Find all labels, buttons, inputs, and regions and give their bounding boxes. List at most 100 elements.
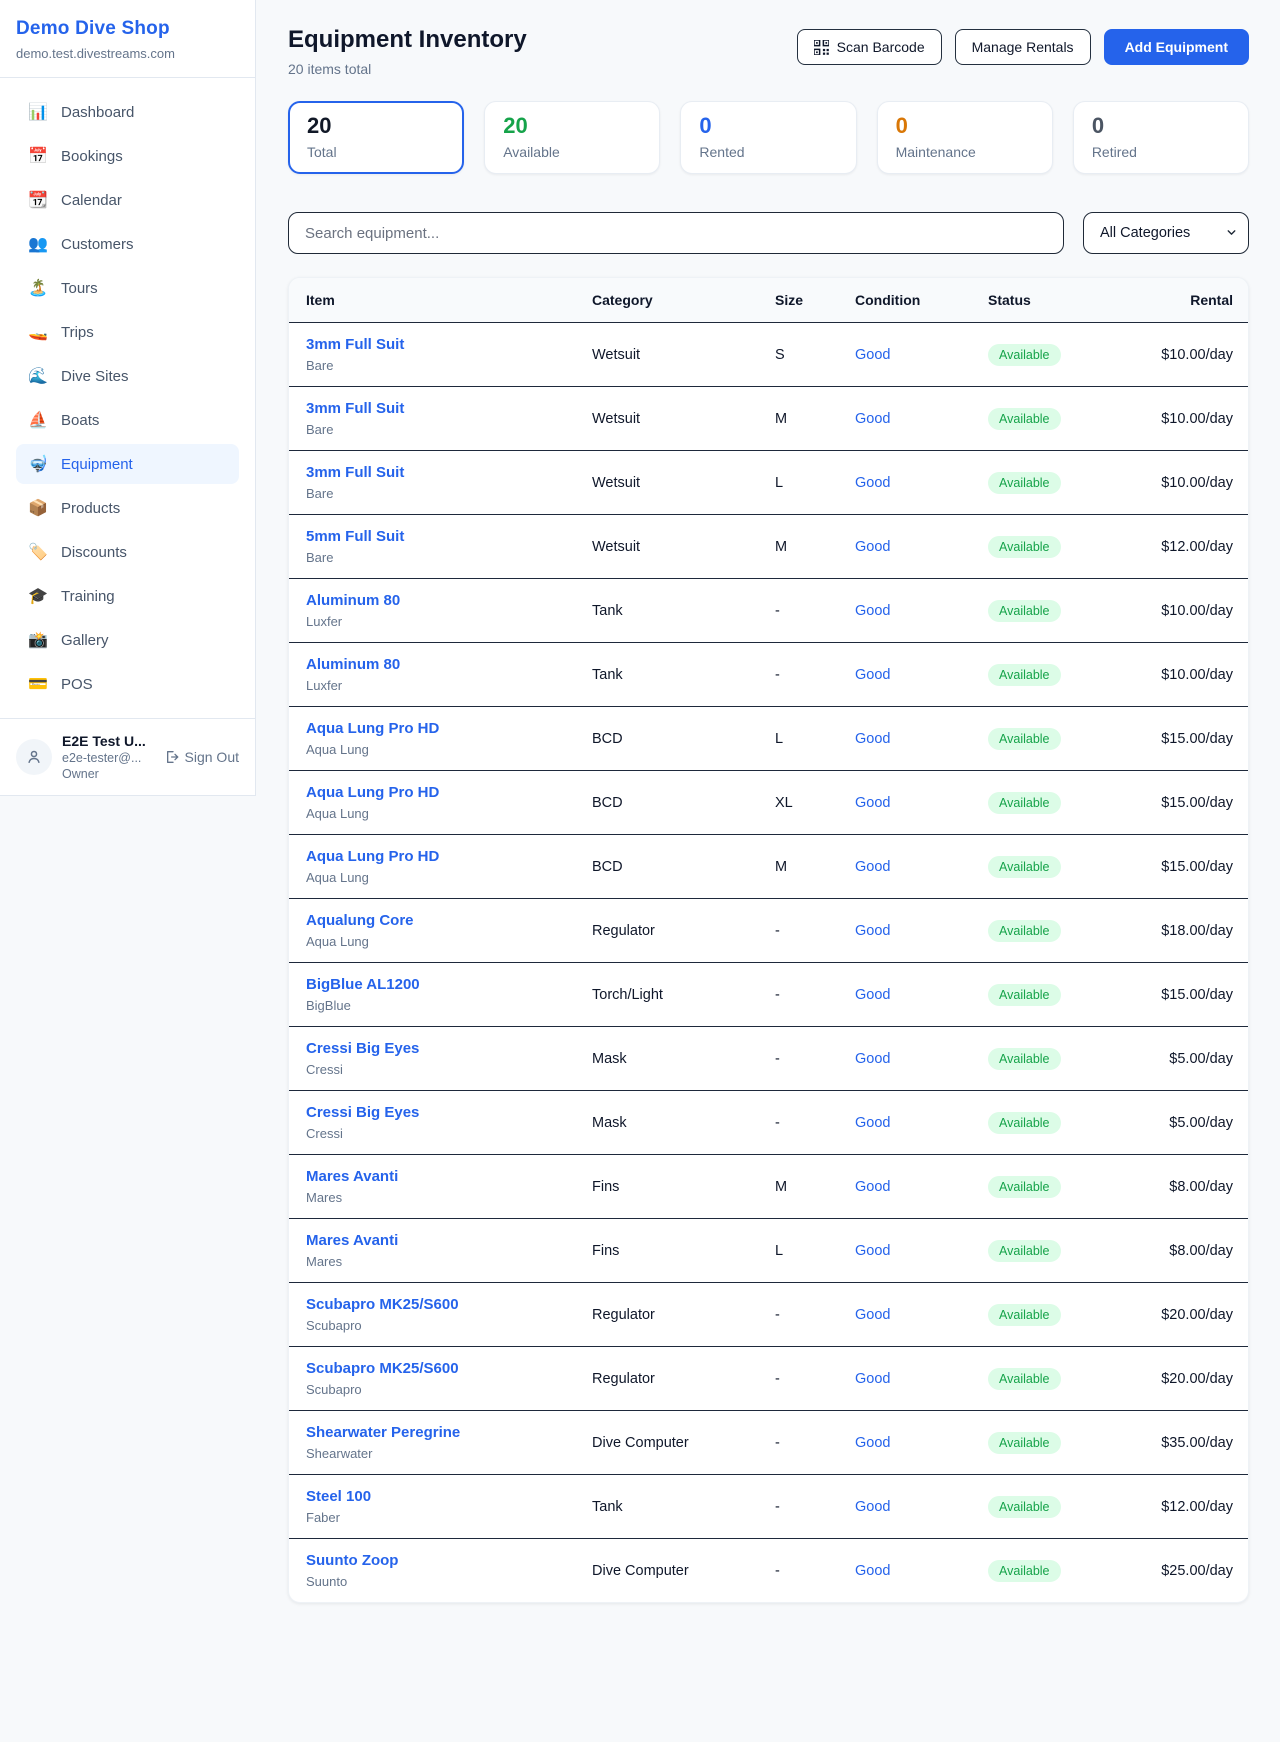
sidebar-item-calendar[interactable]: 📆 Calendar — [16, 180, 239, 220]
table-row: Aqua Lung Pro HD Aqua Lung BCD L Good Av… — [289, 707, 1248, 771]
table-row: Cressi Big Eyes Cressi Mask - Good Avail… — [289, 1091, 1248, 1155]
item-condition-link[interactable]: Good — [855, 411, 890, 427]
add-equipment-label: Add Equipment — [1125, 39, 1228, 55]
item-name-link[interactable]: Suunto Zoop — [306, 1552, 576, 1569]
item-condition-link[interactable]: Good — [855, 347, 890, 363]
item-condition-link[interactable]: Good — [855, 1051, 890, 1067]
item-name-link[interactable]: Cressi Big Eyes — [306, 1040, 576, 1057]
nav-icon: 👥 — [28, 234, 48, 254]
item-condition-link[interactable]: Good — [855, 731, 890, 747]
sign-out-button[interactable]: Sign Out — [163, 749, 239, 765]
item-name-link[interactable]: Scubapro MK25/S600 — [306, 1360, 576, 1377]
item-category: Tank — [584, 643, 767, 707]
col-category: Category — [584, 278, 767, 323]
user-email: e2e-tester@... — [62, 751, 146, 765]
table-row: Aqualung Core Aqua Lung Regulator - Good… — [289, 899, 1248, 963]
item-name-link[interactable]: 3mm Full Suit — [306, 464, 576, 481]
scan-barcode-button[interactable]: Scan Barcode — [797, 29, 942, 65]
stat-card-available[interactable]: 20 Available — [484, 101, 660, 174]
item-condition-link[interactable]: Good — [855, 987, 890, 1003]
item-condition-link[interactable]: Good — [855, 1371, 890, 1387]
item-name-link[interactable]: 3mm Full Suit — [306, 336, 576, 353]
item-category: BCD — [584, 835, 767, 899]
item-condition-link[interactable]: Good — [855, 603, 890, 619]
item-name-link[interactable]: 5mm Full Suit — [306, 528, 576, 545]
item-condition-link[interactable]: Good — [855, 795, 890, 811]
item-rental: $20.00/day — [1145, 1283, 1248, 1347]
item-condition-link[interactable]: Good — [855, 1563, 890, 1579]
item-name-link[interactable]: Aqua Lung Pro HD — [306, 848, 576, 865]
item-rental: $20.00/day — [1145, 1347, 1248, 1411]
sidebar-item-tours[interactable]: 🏝️ Tours — [16, 268, 239, 308]
item-name-link[interactable]: Aqua Lung Pro HD — [306, 784, 576, 801]
item-category: Dive Computer — [584, 1411, 767, 1475]
category-select[interactable]: All Categories — [1083, 212, 1249, 254]
sidebar-item-boats[interactable]: ⛵ Boats — [16, 400, 239, 440]
item-name-link[interactable]: Steel 100 — [306, 1488, 576, 1505]
item-category: Wetsuit — [584, 515, 767, 579]
stat-card-total[interactable]: 20 Total — [288, 101, 464, 174]
item-name-link[interactable]: Aluminum 80 — [306, 592, 576, 609]
sidebar-item-discounts[interactable]: 🏷️ Discounts — [16, 532, 239, 572]
item-name-link[interactable]: 3mm Full Suit — [306, 400, 576, 417]
stat-label: Total — [307, 144, 445, 160]
sidebar: Demo Dive Shop demo.test.divestreams.com… — [0, 0, 256, 796]
item-rental: $15.00/day — [1145, 835, 1248, 899]
sidebar-item-dive-sites[interactable]: 🌊 Dive Sites — [16, 356, 239, 396]
search-input[interactable] — [288, 212, 1064, 254]
item-condition-link[interactable]: Good — [855, 475, 890, 491]
stat-card-rented[interactable]: 0 Rented — [680, 101, 856, 174]
status-badge: Available — [988, 536, 1061, 558]
item-condition-link[interactable]: Good — [855, 539, 890, 555]
item-size: - — [767, 1027, 847, 1091]
item-brand: Bare — [306, 422, 576, 437]
item-name-link[interactable]: Aqualung Core — [306, 912, 576, 929]
status-badge: Available — [988, 1240, 1061, 1262]
item-brand: Aqua Lung — [306, 742, 576, 757]
item-name-link[interactable]: Aluminum 80 — [306, 656, 576, 673]
sidebar-item-customers[interactable]: 👥 Customers — [16, 224, 239, 264]
item-condition-link[interactable]: Good — [855, 1435, 890, 1451]
item-category: Wetsuit — [584, 323, 767, 387]
item-condition-link[interactable]: Good — [855, 1179, 890, 1195]
item-size: L — [767, 1219, 847, 1283]
item-condition-link[interactable]: Good — [855, 1243, 890, 1259]
item-condition-link[interactable]: Good — [855, 859, 890, 875]
item-name-link[interactable]: Mares Avanti — [306, 1232, 576, 1249]
item-category: Mask — [584, 1091, 767, 1155]
manage-rentals-label: Manage Rentals — [972, 39, 1074, 55]
add-equipment-button[interactable]: Add Equipment — [1104, 29, 1249, 65]
manage-rentals-button[interactable]: Manage Rentals — [955, 29, 1091, 65]
item-name-link[interactable]: Aqua Lung Pro HD — [306, 720, 576, 737]
sidebar-item-training[interactable]: 🎓 Training — [16, 576, 239, 616]
status-badge: Available — [988, 344, 1061, 366]
item-rental: $10.00/day — [1145, 579, 1248, 643]
item-rental: $5.00/day — [1145, 1027, 1248, 1091]
sidebar-item-pos[interactable]: 💳 POS — [16, 664, 239, 704]
item-name-link[interactable]: Cressi Big Eyes — [306, 1104, 576, 1121]
item-condition-link[interactable]: Good — [855, 923, 890, 939]
item-name-link[interactable]: Shearwater Peregrine — [306, 1424, 576, 1441]
item-size: L — [767, 707, 847, 771]
sidebar-item-label: Dive Sites — [61, 368, 129, 385]
sidebar-item-dashboard[interactable]: 📊 Dashboard — [16, 92, 239, 132]
item-condition-link[interactable]: Good — [855, 1115, 890, 1131]
sidebar-item-gallery[interactable]: 📸 Gallery — [16, 620, 239, 660]
nav-icon: 📸 — [28, 630, 48, 650]
stat-card-maintenance[interactable]: 0 Maintenance — [877, 101, 1053, 174]
sidebar-item-equipment[interactable]: 🤿 Equipment — [16, 444, 239, 484]
item-name-link[interactable]: Mares Avanti — [306, 1168, 576, 1185]
sidebar-item-label: Bookings — [61, 148, 123, 165]
item-name-link[interactable]: BigBlue AL1200 — [306, 976, 576, 993]
item-brand: Suunto — [306, 1574, 576, 1589]
sidebar-item-products[interactable]: 📦 Products — [16, 488, 239, 528]
item-rental: $5.00/day — [1145, 1091, 1248, 1155]
stat-card-retired[interactable]: 0 Retired — [1073, 101, 1249, 174]
item-condition-link[interactable]: Good — [855, 667, 890, 683]
item-name-link[interactable]: Scubapro MK25/S600 — [306, 1296, 576, 1313]
item-condition-link[interactable]: Good — [855, 1307, 890, 1323]
sidebar-item-trips[interactable]: 🚤 Trips — [16, 312, 239, 352]
sidebar-item-bookings[interactable]: 📅 Bookings — [16, 136, 239, 176]
item-condition-link[interactable]: Good — [855, 1499, 890, 1515]
stat-label: Available — [503, 144, 641, 160]
